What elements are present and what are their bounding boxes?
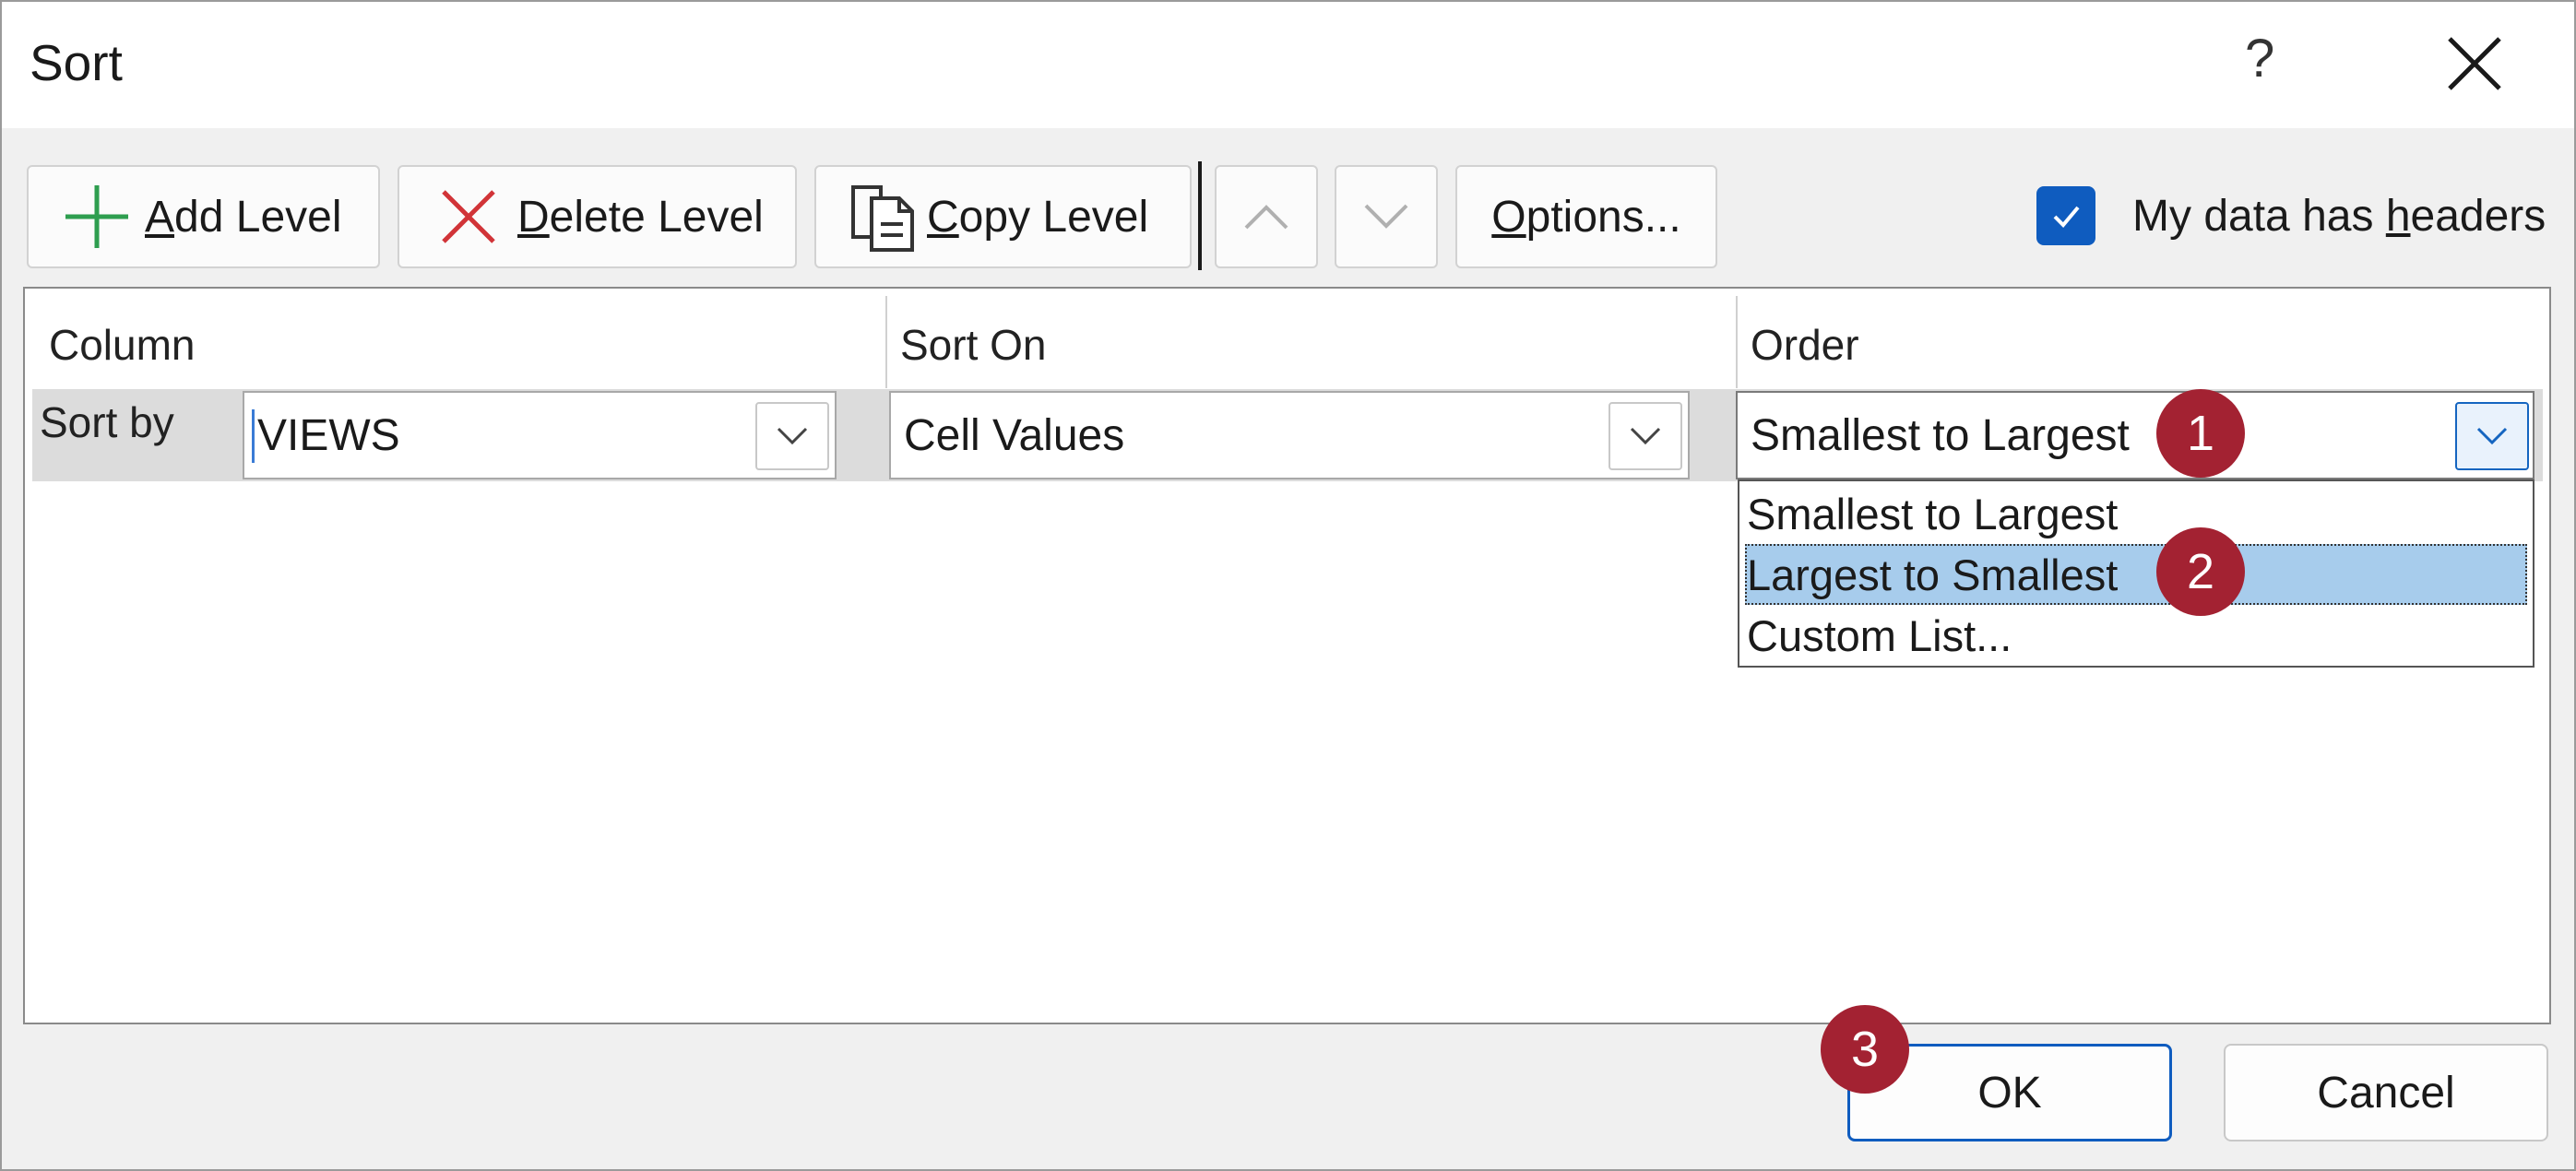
headers-label-prefix: My data has [2132,191,2386,241]
move-down-button[interactable] [1335,165,1438,268]
add-level-rest: dd Level [174,192,342,242]
header-column: Column [49,321,196,369]
cancel-button[interactable]: Cancel [2224,1044,2548,1141]
copy-level-accel: C [927,192,959,242]
sort-by-label: Sort by [40,398,174,446]
copy-icon [851,185,914,252]
order-select[interactable]: Smallest to Largest [1736,391,2534,479]
headers-label-rest: eaders [2410,191,2546,241]
chevron-down-icon [1630,427,1661,445]
header-sort-on: Sort On [900,321,1047,369]
column-dropdown-button[interactable] [755,402,829,470]
order-option[interactable]: Custom List... [1745,605,2527,666]
options-accel: O [1491,192,1526,242]
close-icon [2448,37,2501,90]
header-divider [1736,296,1738,388]
sort-dialog: Sort ? Add Level Delete Level Copy Level… [0,0,2576,1171]
copy-level-button[interactable]: Copy Level [814,165,1192,268]
order-option[interactable]: Smallest to Largest [1745,483,2527,544]
column-select[interactable]: VIEWS [243,391,837,479]
toolbar-separator [1198,161,1202,270]
add-level-button[interactable]: Add Level [27,165,380,268]
text-cursor [252,409,255,463]
header-order: Order [1751,321,1859,369]
step-callout-badge: 2 [2156,527,2245,616]
move-up-button[interactable] [1215,165,1318,268]
delete-level-button[interactable]: Delete Level [398,165,797,268]
close-button[interactable] [2442,31,2507,96]
title-bar: Sort ? [2,2,2574,128]
headers-checkbox-group[interactable]: My data has headers [2036,186,2546,245]
options-rest: ptions... [1525,192,1681,242]
headers-checkbox[interactable] [2036,186,2095,245]
headers-label-accel: h [2385,191,2411,241]
column-select-value: VIEWS [257,410,400,460]
plus-icon [65,185,128,248]
header-divider [885,296,887,388]
step-callout-badge: 3 [1821,1005,1909,1094]
sort-on-dropdown-button[interactable] [1609,402,1682,470]
order-option-highlighted[interactable]: Largest to Smallest [1745,544,2527,605]
sort-levels-grid: Column Sort On Order Sort by VIEWS Cell … [23,287,2551,1024]
order-select-value: Smallest to Largest [1751,410,2130,460]
checkmark-icon [2053,206,2080,228]
order-dropdown-button[interactable] [2455,402,2529,470]
copy-level-rest: opy Level [958,192,1149,242]
delete-level-accel: D [517,192,550,242]
step-callout-badge: 1 [2156,389,2245,478]
order-options-list: Smallest to Largest Largest to Smallest … [1738,479,2534,668]
delete-x-icon [442,190,495,243]
chevron-down-icon [1364,204,1408,229]
chevron-up-icon [1244,205,1288,230]
help-button[interactable]: ? [2245,28,2274,89]
options-button[interactable]: Options... [1455,165,1717,268]
delete-level-rest: elete Level [549,192,764,242]
sort-on-select[interactable]: Cell Values [889,391,1690,479]
sort-on-select-value: Cell Values [904,410,1125,460]
add-level-accel: A [145,192,175,242]
chevron-down-icon [2476,427,2508,445]
chevron-down-icon [777,427,808,445]
dialog-title: Sort [30,34,123,91]
headers-checkbox-label: My data has headers [2132,191,2546,242]
